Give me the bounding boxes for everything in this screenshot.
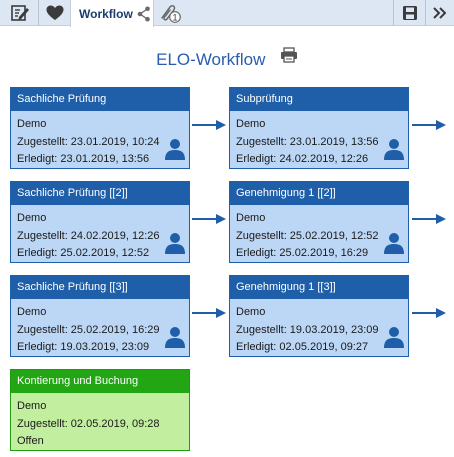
- node-title: Genehmigung 1 [[2]]: [230, 182, 408, 205]
- workflow-node-5[interactable]: Sachliche Prüfung [[3]] Demo Zugestellt:…: [10, 275, 190, 357]
- workflow-node-1[interactable]: Sachliche Prüfung Demo Zugestellt: 23.01…: [10, 87, 190, 169]
- user-icon: [383, 326, 405, 355]
- node-delivered: Zugestellt: 23.01.2019, 13:56: [236, 135, 379, 148]
- double-chevron-right-icon[interactable]: [428, 0, 452, 26]
- print-icon[interactable]: [280, 46, 298, 68]
- save-icon[interactable]: [397, 0, 423, 26]
- node-user: Demo: [17, 306, 47, 318]
- node-completed: Erledigt: 23.01.2019, 13:56: [17, 153, 150, 165]
- arrow-icon: [412, 214, 446, 224]
- node-user: Demo: [236, 212, 266, 224]
- arrow-icon: [192, 120, 226, 130]
- node-title: Kontierung und Buchung: [11, 370, 189, 393]
- node-title: Genehmigung 1 [[3]]: [230, 276, 408, 299]
- node-user: Demo: [17, 118, 47, 130]
- share-icon: [137, 6, 150, 21]
- workflow-node-3[interactable]: Sachliche Prüfung [[2]] Demo Zugestellt:…: [10, 181, 190, 263]
- node-delivered: Zugestellt: 23.01.2019, 10:24: [17, 135, 160, 148]
- tab-workflow-label: Workflow: [79, 6, 133, 21]
- arrow-icon: [412, 308, 446, 318]
- workflow-node-4[interactable]: Genehmigung 1 [[2]] Demo Zugestellt: 25.…: [229, 181, 409, 263]
- node-delivered: Zugestellt: 19.03.2019, 23:09: [236, 323, 379, 336]
- user-icon: [164, 138, 186, 167]
- attachment-icon[interactable]: 1: [156, 0, 184, 26]
- node-completed: Erledigt: 24.02.2019, 12:26: [236, 153, 369, 165]
- toolbar: Workflow 1: [0, 0, 454, 27]
- node-completed: Erledigt: 02.05.2019, 09:27: [236, 341, 369, 353]
- node-delivered: Zugestellt: 24.02.2019, 12:26: [17, 229, 160, 242]
- node-completed: Erledigt: 25.02.2019, 12:52: [17, 247, 150, 259]
- page-title: ELO-Workflow: [0, 46, 454, 70]
- workflow-node-7[interactable]: Kontierung und Buchung Demo Zugestellt: …: [10, 369, 190, 451]
- node-delivered: Zugestellt: 25.02.2019, 16:29: [17, 323, 160, 336]
- node-completed: Erledigt: 19.03.2019, 23:09: [17, 341, 150, 353]
- arrow-icon: [192, 308, 226, 318]
- node-delivered: Zugestellt: 02.05.2019, 09:28: [17, 417, 160, 430]
- heart-icon[interactable]: [42, 0, 68, 26]
- node-title: Sachliche Prüfung: [11, 88, 189, 111]
- node-completed: Erledigt: 25.02.2019, 16:29: [236, 247, 369, 259]
- edit-icon[interactable]: [6, 0, 34, 26]
- node-user: Demo: [236, 306, 266, 318]
- workflow-node-2[interactable]: Subprüfung Demo Zugestellt: 23.01.2019, …: [229, 87, 409, 169]
- node-user: Demo: [17, 400, 47, 412]
- page-title-text: ELO-Workflow: [156, 50, 266, 69]
- user-icon: [164, 232, 186, 261]
- user-icon: [383, 232, 405, 261]
- node-title: Sachliche Prüfung [[2]]: [11, 182, 189, 205]
- arrow-icon: [412, 120, 446, 130]
- arrow-icon: [192, 214, 226, 224]
- user-icon: [164, 326, 186, 355]
- attachment-count: 1: [172, 12, 177, 22]
- node-delivered: Zugestellt: 25.02.2019, 12:52: [236, 229, 379, 242]
- node-title: Subprüfung: [230, 88, 408, 111]
- node-user: Demo: [17, 212, 47, 224]
- node-title: Sachliche Prüfung [[3]]: [11, 276, 189, 299]
- node-user: Demo: [236, 118, 266, 130]
- node-status: Offen: [17, 435, 44, 447]
- workflow-node-6[interactable]: Genehmigung 1 [[3]] Demo Zugestellt: 19.…: [229, 275, 409, 357]
- tab-workflow[interactable]: Workflow: [70, 0, 154, 27]
- user-icon: [383, 138, 405, 167]
